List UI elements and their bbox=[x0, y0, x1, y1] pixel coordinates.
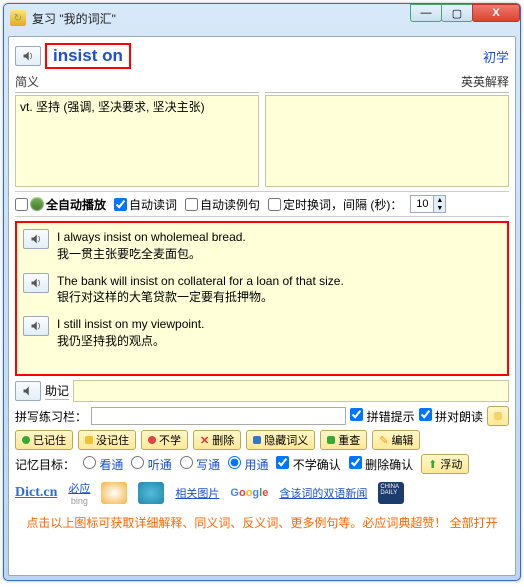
goal-read[interactable]: 看通 bbox=[83, 456, 123, 473]
goal-use[interactable]: 用通 bbox=[228, 456, 268, 473]
maximize-button[interactable]: ▢ bbox=[441, 4, 473, 22]
spin-up[interactable]: ▲ bbox=[433, 196, 445, 204]
mnemonic-row: 助记 bbox=[15, 380, 509, 402]
examples-panel: I always insist on wholemeal bread.我一贯主张… bbox=[15, 221, 509, 376]
autoplay-icon bbox=[30, 197, 44, 211]
example-en: The bank will insist on collateral for a… bbox=[57, 273, 344, 290]
float-button[interactable]: ⬆浮动 bbox=[421, 454, 469, 474]
play-example-button[interactable] bbox=[23, 229, 49, 249]
interval-spinner[interactable]: ▲▼ bbox=[410, 195, 446, 213]
speaker-icon bbox=[30, 233, 42, 245]
titlebar[interactable]: ↻ 复习 "我的词汇" — ▢ X bbox=[4, 4, 520, 32]
action-buttons: 已记住 没记住 不学 ✕删除 隐藏词义 重查 ✎编辑 bbox=[15, 430, 509, 450]
speaker-icon bbox=[22, 385, 34, 397]
chinadaily-link[interactable]: CHINADAILY bbox=[378, 482, 404, 504]
speaker-icon bbox=[22, 50, 34, 62]
confirm-delete-checkbox[interactable]: 删除确认 bbox=[349, 456, 413, 473]
hide-def-button[interactable]: 隐藏词义 bbox=[246, 430, 315, 450]
spell-hint-checkbox[interactable]: 拼错提示 bbox=[350, 408, 414, 425]
play-mnemonic-button[interactable] bbox=[15, 381, 41, 401]
title-text: 复习 "我的词汇" bbox=[32, 10, 116, 27]
spelling-label: 拼写练习栏： bbox=[15, 408, 87, 425]
speaker-icon bbox=[30, 320, 42, 332]
example-item: I always insist on wholemeal bread.我一贯主张… bbox=[23, 229, 501, 263]
known-button[interactable]: 已记住 bbox=[15, 430, 73, 450]
auto-switch-checkbox[interactable]: 定时换词，间隔 (秒)： bbox=[268, 196, 402, 213]
auto-play-checkbox[interactable]: 全自动播放 bbox=[15, 196, 106, 213]
play-example-button[interactable] bbox=[23, 273, 49, 293]
spell-read-checkbox[interactable]: 拼对朗读 bbox=[419, 408, 483, 425]
english-def-label: 英英解释 bbox=[265, 73, 509, 93]
example-en: I still insist on my viewpoint. bbox=[57, 316, 204, 333]
example-zh: 我仍坚持我的观点。 bbox=[57, 333, 204, 350]
goal-listen[interactable]: 听通 bbox=[131, 456, 171, 473]
example-item: I still insist on my viewpoint.我仍坚持我的观点。 bbox=[23, 316, 501, 350]
spelling-input[interactable] bbox=[91, 407, 346, 425]
dictcn-link[interactable]: Dict.cn bbox=[15, 485, 57, 501]
footer-tip: 点击以上图标可获取详细解释、同义词、反义词、更多例句等。必应词典超赞！ 全部打开 bbox=[15, 512, 509, 531]
simple-def-text[interactable]: vt. 坚持 (强调, 坚决要求, 坚决主张) bbox=[15, 95, 259, 187]
skip-button[interactable]: 不学 bbox=[141, 430, 188, 450]
close-button[interactable]: X bbox=[472, 4, 520, 22]
play-example-button[interactable] bbox=[23, 316, 49, 336]
auto-example-checkbox[interactable]: 自动读例句 bbox=[185, 196, 260, 213]
example-zh: 我一贯主张要吃全麦面包。 bbox=[57, 246, 246, 263]
play-word-button[interactable] bbox=[15, 46, 41, 66]
sogou-link[interactable] bbox=[101, 482, 127, 504]
unknown-button[interactable]: 没记住 bbox=[78, 430, 136, 450]
example-en: I always insist on wholemeal bread. bbox=[57, 229, 246, 246]
related-images-link[interactable]: 相关图片 bbox=[175, 485, 219, 501]
spelling-row: 拼写练习栏： 拼错提示 拼对朗读 bbox=[15, 406, 509, 426]
goal-write[interactable]: 写通 bbox=[180, 456, 220, 473]
client-area: insist on 初学 简义 vt. 坚持 (强调, 坚决要求, 坚决主张) … bbox=[8, 36, 516, 576]
word-header: insist on 初学 bbox=[15, 43, 509, 69]
auto-word-checkbox[interactable]: 自动读词 bbox=[114, 196, 177, 213]
playback-options: 全自动播放 自动读词 自动读例句 定时换词，间隔 (秒)： ▲▼ bbox=[15, 191, 509, 217]
window-controls: — ▢ X bbox=[411, 4, 520, 22]
definitions: 简义 vt. 坚持 (强调, 坚决要求, 坚决主张) 英英解释 bbox=[15, 73, 509, 187]
confirm-skip-checkbox[interactable]: 不学确认 bbox=[276, 456, 340, 473]
mnemonic-label: 助记 bbox=[45, 382, 69, 400]
external-links: Dict.cn 必应bing 相关图片 Google 含该词的双语新闻 CHIN… bbox=[15, 478, 509, 508]
example-zh: 银行对这样的大笔贷款一定要有抵押物。 bbox=[57, 289, 344, 306]
spin-down[interactable]: ▼ bbox=[433, 204, 445, 212]
level-link[interactable]: 初学 bbox=[483, 47, 509, 66]
360-link[interactable] bbox=[138, 482, 164, 504]
edit-button[interactable]: ✎编辑 bbox=[372, 430, 420, 450]
example-item: The bank will insist on collateral for a… bbox=[23, 273, 501, 307]
mnemonic-text[interactable] bbox=[73, 380, 509, 402]
memory-goal-row: 记忆目标： 看通 听通 写通 用通 不学确认 删除确认 ⬆浮动 bbox=[15, 454, 509, 474]
speaker-icon bbox=[30, 277, 42, 289]
requery-button[interactable]: 重查 bbox=[320, 430, 367, 450]
delete-button[interactable]: ✕删除 bbox=[193, 430, 241, 450]
goal-label: 记忆目标： bbox=[15, 456, 75, 473]
bing-link[interactable]: 必应bing bbox=[68, 480, 90, 506]
minimize-button[interactable]: — bbox=[410, 4, 442, 22]
app-window: ↻ 复习 "我的词汇" — ▢ X insist on 初学 简义 vt. 坚持… bbox=[3, 3, 521, 581]
bilingual-news-link[interactable]: 含该词的双语新闻 bbox=[279, 485, 367, 501]
current-word: insist on bbox=[45, 43, 131, 69]
app-icon: ↻ bbox=[10, 10, 26, 26]
eraser-button[interactable] bbox=[487, 406, 509, 426]
simple-def-label: 简义 bbox=[15, 73, 259, 93]
google-link[interactable]: Google bbox=[230, 487, 268, 499]
interval-input[interactable] bbox=[411, 196, 433, 212]
english-def-text[interactable] bbox=[265, 95, 509, 187]
